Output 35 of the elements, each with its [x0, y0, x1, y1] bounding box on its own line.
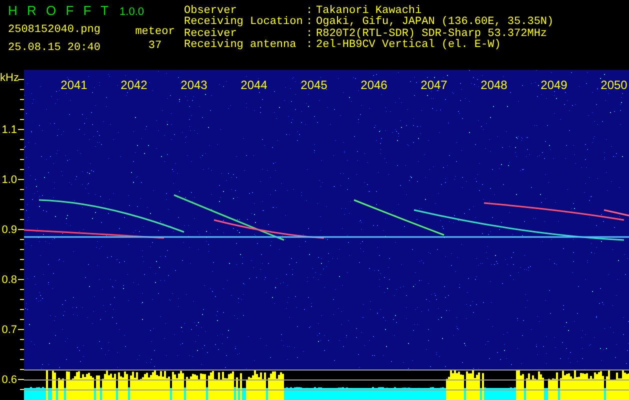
count-value: 37 [148, 40, 162, 52]
info-value: Ogaki, Gifu, JAPAN (136.60E, 35.35N) [316, 17, 554, 28]
info-separator: : [306, 28, 314, 40]
time-label: 2049 [540, 79, 568, 91]
axis-label: 0.7 [2, 324, 17, 336]
axis-label: 1.1 [2, 124, 17, 136]
info-separator: : [306, 17, 314, 29]
info-label: Observer [184, 6, 237, 17]
axis-label: 0.8 [2, 274, 17, 286]
file-name: 2508152040.png [8, 24, 100, 36]
axis-label: 1.0 [2, 174, 17, 186]
time-label: 2048 [480, 79, 508, 91]
time-label: 2046 [360, 79, 388, 91]
time-label: 2043 [180, 79, 208, 91]
info-value: R820T2(RTL-SDR) SDR-Sharp 53.372MHz [316, 28, 548, 40]
time-label: 2041 [60, 79, 88, 91]
info-label: Receiving Location [184, 17, 304, 28]
count-label: meteor [135, 26, 175, 38]
time-label: 2044 [240, 79, 268, 91]
app-version: 1.0.0 [120, 6, 144, 18]
time-label: 2042 [120, 79, 148, 91]
info-value: Takanori Kawachi [316, 6, 422, 17]
axis-label: 0.6 [2, 374, 17, 386]
info-value: 2el-HB9CV Vertical (el. E-W) [316, 40, 502, 52]
time-label: 2045 [300, 79, 328, 91]
time-label: 2050 [600, 79, 628, 91]
time-label: 2047 [420, 79, 448, 91]
date-time: 25.08.15 20:40 [8, 42, 100, 54]
info-separator: : [306, 6, 314, 18]
info-label: Receiving antenna [184, 40, 298, 52]
axis-unit: kHz [0, 73, 19, 84]
info-label: Receiver [184, 28, 237, 40]
info-separator: : [306, 40, 314, 52]
app-name: H R O F F T [8, 3, 112, 18]
axis-label: 0.9 [2, 224, 17, 236]
